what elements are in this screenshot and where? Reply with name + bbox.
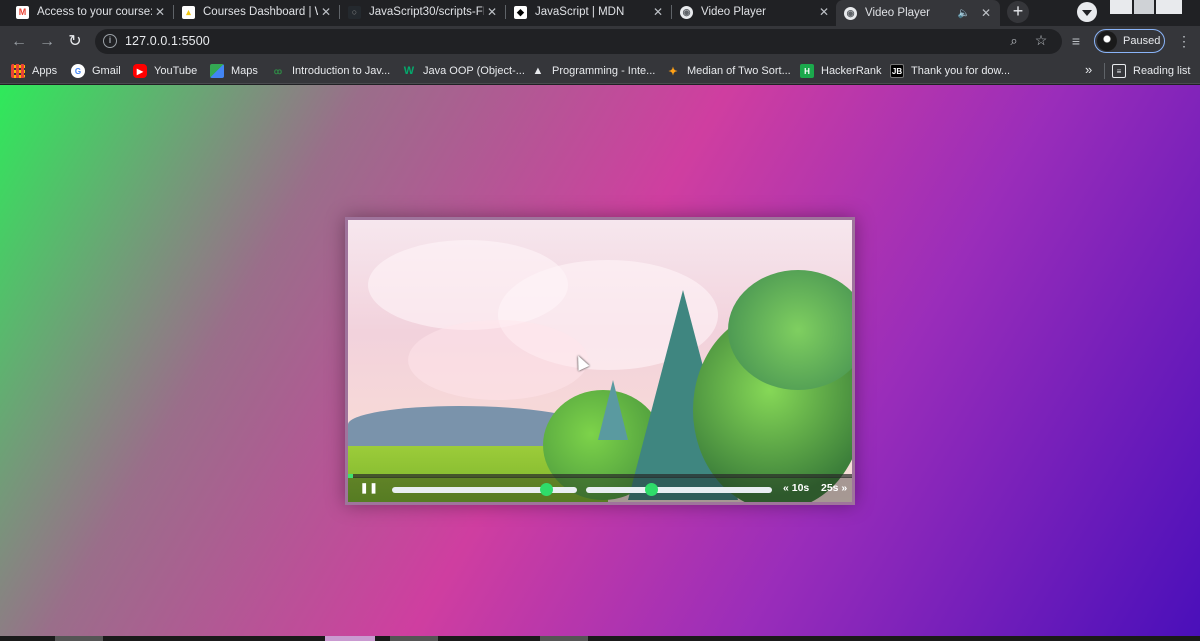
profile-button[interactable]: Paused bbox=[1094, 29, 1165, 53]
tab-title: Courses Dashboard | W bbox=[203, 6, 318, 18]
minimize-button[interactable] bbox=[1110, 0, 1132, 14]
tab-0[interactable]: M Access to your course: ✕ bbox=[8, 0, 174, 24]
new-tab-button[interactable]: + bbox=[1007, 1, 1029, 23]
bookmark-label: Apps bbox=[32, 65, 58, 77]
zoom-icon[interactable]: ⌕ bbox=[1006, 33, 1022, 49]
forward-icon[interactable]: → bbox=[35, 30, 59, 54]
volume-slider-thumb[interactable] bbox=[539, 483, 553, 496]
speaker-icon[interactable]: 🔈 bbox=[956, 8, 972, 19]
close-icon[interactable]: ✕ bbox=[152, 5, 168, 19]
hackerrank-icon: H bbox=[800, 64, 814, 78]
reading-list-icon: ≡ bbox=[1112, 64, 1126, 78]
tab-3[interactable]: ◆ JavaScript | MDN ✕ bbox=[506, 0, 672, 24]
bookmark-median[interactable]: ✦ Median of Two Sort... bbox=[666, 63, 791, 79]
skip-forward-button[interactable]: 25s » bbox=[821, 482, 847, 494]
courses-icon: ▴ bbox=[182, 5, 195, 19]
gfg-icon: ꝏ bbox=[273, 66, 283, 76]
media-control-icon[interactable]: ≡ bbox=[1066, 31, 1086, 51]
bookmark-label: Gmail bbox=[92, 65, 121, 77]
close-icon[interactable]: ✕ bbox=[816, 5, 832, 19]
w3-icon: W bbox=[403, 65, 415, 77]
pause-icon[interactable]: ❚❚ bbox=[360, 482, 378, 496]
tab-title: Video Player bbox=[865, 7, 930, 19]
leetcode-icon: ✦ bbox=[668, 65, 678, 78]
tab-5[interactable]: ◉ Video Player 🔈 ✕ bbox=[836, 0, 1000, 26]
os-taskbar bbox=[0, 636, 1200, 641]
progress-bar[interactable] bbox=[348, 474, 852, 478]
url-text[interactable]: 127.0.0.1:5500 bbox=[125, 34, 210, 48]
tab-search-icon[interactable] bbox=[1077, 2, 1097, 22]
bookmark-gmail[interactable]: G Gmail bbox=[71, 63, 121, 79]
bookmark-label: Maps bbox=[231, 65, 258, 77]
bookmark-label: HackerRank bbox=[821, 65, 882, 77]
site-info-icon[interactable]: i bbox=[103, 34, 117, 48]
maps-icon bbox=[210, 64, 224, 78]
video-frame[interactable] bbox=[348, 220, 852, 502]
playback-rate-slider-thumb[interactable] bbox=[645, 483, 659, 496]
mdn-icon: ◆ bbox=[514, 5, 527, 19]
github-icon: ○ bbox=[348, 5, 361, 19]
bookmark-label: Median of Two Sort... bbox=[687, 65, 791, 77]
close-icon[interactable]: ✕ bbox=[978, 6, 994, 20]
skip-back-button[interactable]: « 10s bbox=[783, 482, 809, 494]
reading-list-label: Reading list bbox=[1133, 65, 1191, 77]
mountain-icon: ▲ bbox=[532, 65, 544, 77]
profile-status: Paused bbox=[1123, 35, 1161, 47]
tab-title: JavaScript | MDN bbox=[535, 6, 625, 18]
maximize-button[interactable] bbox=[1134, 0, 1154, 14]
bookmark-label: Introduction to Jav... bbox=[292, 65, 391, 77]
video-player[interactable]: ❚❚ « 10s 25s » bbox=[345, 217, 855, 505]
tab-2[interactable]: ○ JavaScript30/scripts-FIN ✕ bbox=[340, 0, 506, 24]
close-icon[interactable]: ✕ bbox=[318, 5, 334, 19]
bookmark-maps[interactable]: Maps bbox=[210, 63, 258, 79]
tab-4[interactable]: ◉ Video Player ✕ bbox=[672, 0, 838, 24]
bookmarks-bar: Apps G Gmail ▶ YouTube Maps ꝏ Introducti… bbox=[0, 57, 1200, 84]
google-icon: G bbox=[71, 64, 85, 78]
page-background: ❚❚ « 10s 25s » bbox=[0, 85, 1200, 636]
youtube-icon: ▶ bbox=[133, 64, 147, 78]
close-window-button[interactable] bbox=[1156, 0, 1182, 14]
bookmark-java-oop[interactable]: W Java OOP (Object-... bbox=[402, 63, 525, 79]
close-icon[interactable]: ✕ bbox=[484, 5, 500, 19]
tab-1[interactable]: ▴ Courses Dashboard | W ✕ bbox=[174, 0, 340, 24]
bookmark-label: YouTube bbox=[154, 65, 198, 77]
bookmark-jetbrains[interactable]: JB Thank you for dow... bbox=[890, 63, 1010, 79]
bookmark-gfg[interactable]: ꝏ Introduction to Jav... bbox=[271, 63, 390, 79]
player-controls: ❚❚ « 10s 25s » bbox=[348, 474, 852, 502]
bookmark-label: Thank you for dow... bbox=[911, 65, 1011, 77]
bookmark-label: Programming - Inte... bbox=[552, 65, 656, 77]
close-icon[interactable]: ✕ bbox=[650, 5, 666, 19]
reload-icon[interactable]: ↻ bbox=[63, 30, 87, 54]
avatar bbox=[1097, 31, 1117, 51]
reading-list[interactable]: ≡ Reading list bbox=[1112, 63, 1190, 79]
volume-slider[interactable] bbox=[392, 483, 577, 496]
tab-strip: M Access to your course: ✕ ▴ Courses Das… bbox=[0, 0, 1200, 26]
web-icon: ◉ bbox=[844, 6, 857, 20]
bookmark-programming[interactable]: ▲ Programming - Inte... bbox=[531, 63, 656, 79]
gmail-icon: M bbox=[16, 5, 29, 19]
playback-rate-slider[interactable] bbox=[586, 483, 772, 496]
bookmark-hackerrank[interactable]: H HackerRank bbox=[800, 63, 882, 79]
bookmark-youtube[interactable]: ▶ YouTube bbox=[133, 63, 197, 79]
jetbrains-icon: JB bbox=[890, 64, 904, 78]
bookmark-label: Java OOP (Object-... bbox=[423, 65, 525, 77]
more-bookmarks-icon[interactable]: » bbox=[1085, 62, 1092, 77]
bookmark-apps[interactable]: Apps bbox=[11, 63, 57, 79]
apps-grid-icon bbox=[11, 64, 25, 78]
tab-title: Access to your course: bbox=[37, 6, 152, 18]
tab-title: JavaScript30/scripts-FIN bbox=[369, 6, 484, 18]
browser-toolbar: ← → ↻ i 127.0.0.1:5500 ⌕ ☆ ≡ Paused ⋮ bbox=[0, 26, 1200, 57]
progress-filled bbox=[348, 474, 354, 478]
bookmark-star-icon[interactable]: ☆ bbox=[1033, 32, 1049, 48]
tab-title: Video Player bbox=[701, 6, 766, 18]
back-icon[interactable]: ← bbox=[7, 30, 31, 54]
menu-kebab-icon[interactable]: ⋮ bbox=[1174, 31, 1194, 51]
web-icon: ◉ bbox=[680, 5, 693, 19]
address-bar[interactable]: i 127.0.0.1:5500 ⌕ ☆ bbox=[95, 29, 1062, 54]
